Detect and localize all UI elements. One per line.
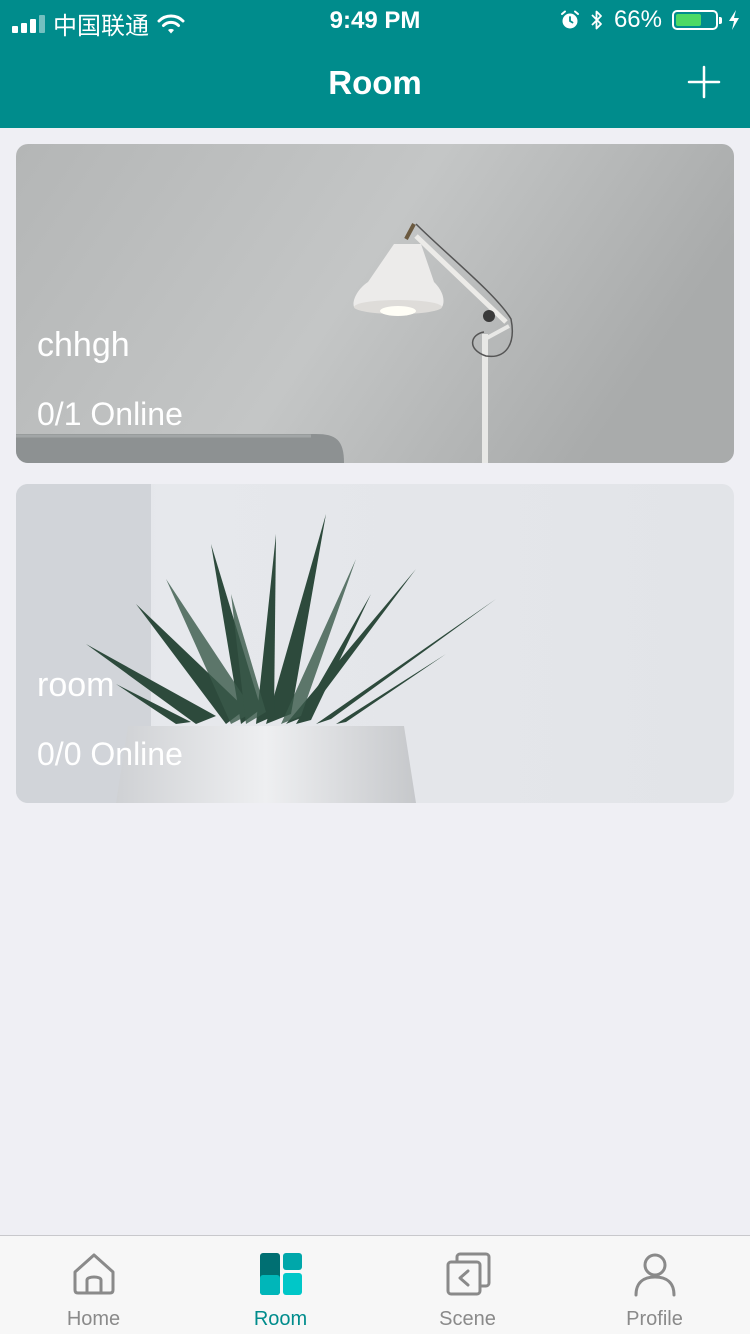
tab-room[interactable]: Room <box>187 1236 374 1334</box>
tab-home[interactable]: Home <box>0 1236 187 1334</box>
alarm-icon <box>560 10 579 29</box>
room-name: room <box>37 666 115 704</box>
add-room-button[interactable] <box>686 64 722 100</box>
tab-bar: Home Room Scene Profile <box>0 1235 750 1334</box>
tab-label: Room <box>253 1308 308 1330</box>
tab-label: Profile <box>626 1308 683 1330</box>
room-name: chhgh <box>37 326 130 364</box>
battery-percent: 66% <box>613 6 662 33</box>
room-online-status: 0/0 Online <box>37 736 183 772</box>
room-online-status: 0/1 Online <box>37 396 183 432</box>
carrier-label: 中国联通 <box>53 12 149 40</box>
home-icon <box>73 1253 115 1295</box>
wifi-icon <box>157 14 185 33</box>
room-card[interactable]: room 0/0 Online <box>16 484 734 803</box>
plus-icon <box>687 65 721 99</box>
profile-icon <box>634 1253 676 1297</box>
signal-icon <box>12 14 45 33</box>
charging-bolt-icon <box>729 10 739 30</box>
status-bar: 中国联通 9:49 PM 66% <box>0 0 750 40</box>
status-right: 66% <box>560 6 740 34</box>
nav-bar: Room <box>0 40 750 128</box>
page-title: Room <box>328 64 422 101</box>
tab-profile[interactable]: Profile <box>561 1236 748 1334</box>
tab-scene[interactable]: Scene <box>374 1236 561 1334</box>
bluetooth-icon <box>591 10 602 30</box>
tab-label: Scene <box>439 1308 496 1330</box>
status-left: 中国联通 <box>12 6 185 41</box>
battery-icon <box>672 10 722 30</box>
room-card[interactable]: chhgh 0/1 Online <box>16 144 734 463</box>
scene-icon <box>446 1252 491 1296</box>
tab-label: Home <box>66 1308 121 1330</box>
battery-cap <box>719 17 722 24</box>
room-icon <box>260 1253 302 1295</box>
battery-fill <box>676 14 701 26</box>
